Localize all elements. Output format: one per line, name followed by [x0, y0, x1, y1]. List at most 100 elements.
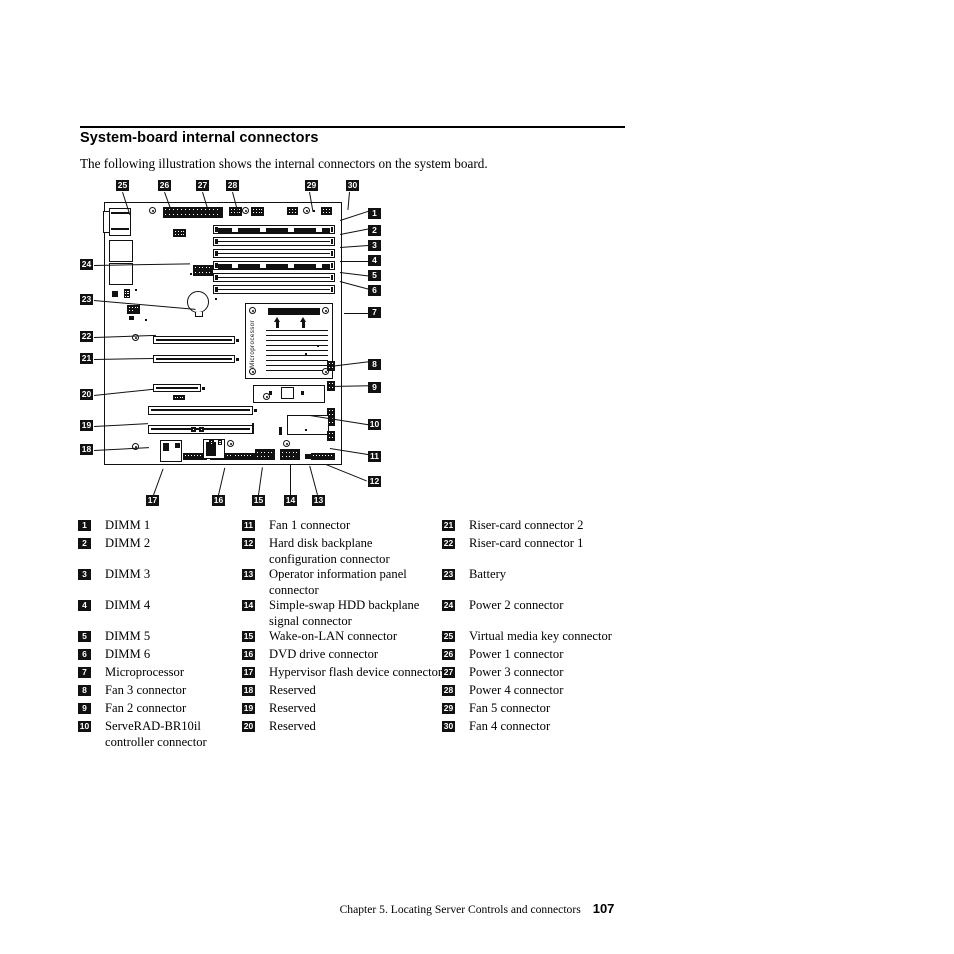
- legend-item: 25 Virtual media key connector: [442, 629, 642, 645]
- footer-chapter: Chapter 5. Locating Server Controls and …: [339, 903, 581, 916]
- board-marker-right-3: [305, 353, 307, 355]
- legend-num: 25: [442, 630, 455, 642]
- legend-label: Operator information panel connector: [269, 567, 407, 597]
- legend-label: Fan 5 connector: [469, 701, 551, 715]
- board-marker-right-2: [317, 345, 319, 347]
- legend-label: Reserved: [269, 719, 316, 733]
- legend-num: 10: [78, 720, 91, 732]
- legend-item: 14 Simple-swap HDD backplane signal conn…: [242, 598, 442, 629]
- screw-hole-top-right: [303, 207, 310, 214]
- legend-item: 20 Reserved: [242, 719, 442, 735]
- legend-label: Fan 4 connector: [469, 719, 551, 733]
- legend-item: 30 Fan 4 connector: [442, 719, 642, 735]
- virtual-media-key-connector: [173, 229, 186, 237]
- legend-item: 5 DIMM 5: [78, 629, 248, 645]
- leader-14: [290, 465, 291, 495]
- legend-label: Riser-card connector 1: [469, 536, 584, 550]
- heatsink-screw-bl: [249, 368, 256, 375]
- battery: [187, 291, 209, 317]
- legend-num: 3: [78, 568, 91, 580]
- legend-item: 22 Riser-card connector 1: [442, 536, 642, 552]
- fan-5-connector: [287, 207, 298, 215]
- jumper-pad-b: [199, 427, 204, 432]
- page-title: System-board internal connectors: [80, 130, 319, 146]
- rear-io-pin-header: [124, 289, 130, 298]
- heading-rule: [80, 126, 625, 128]
- legend-label: ServeRAD-BR10il controller connector: [105, 719, 207, 749]
- legend-num: 20: [242, 720, 255, 732]
- callout-27: 27: [196, 180, 209, 191]
- legend-item: 11 Fan 1 connector: [242, 518, 442, 534]
- legend-label: DIMM 1: [105, 518, 151, 532]
- leader-13: [309, 465, 318, 495]
- legend-item: 3 DIMM 3: [78, 567, 248, 583]
- callout-24: 24: [80, 259, 93, 270]
- legend-item: 4 DIMM 4: [78, 598, 248, 614]
- board-marker-right: [279, 427, 282, 435]
- dimm-slot-5: [213, 273, 335, 282]
- callout-29: 29: [305, 180, 318, 191]
- legend-label: Power 4 connector: [469, 683, 564, 697]
- legend-label: DIMM 5: [105, 629, 151, 643]
- reserved-19-marker: [254, 409, 257, 412]
- legend-item: 15 Wake-on-LAN connector: [242, 629, 442, 645]
- legend-num: 23: [442, 568, 455, 580]
- legend-item: 23 Battery: [442, 567, 642, 583]
- callout-21: 21: [80, 353, 93, 364]
- power-2-marker: [190, 273, 192, 275]
- legend-label: Microprocessor: [105, 665, 185, 679]
- reserved-slot-20: [153, 384, 201, 392]
- leader-17: [153, 468, 164, 496]
- heatsink-fins: [266, 330, 328, 372]
- hypervisor-flash-latch-2: [175, 443, 180, 448]
- dimm-slot-1: [213, 225, 335, 234]
- callout-14: 14: [284, 495, 297, 506]
- legend-item: 17 Hypervisor flash device connector: [242, 665, 452, 681]
- power-2-connector: [193, 265, 213, 276]
- legend-num: 7: [78, 666, 91, 678]
- legend-num: 12: [242, 537, 255, 549]
- callout-25: 25: [116, 180, 129, 191]
- legend-item: 24 Power 2 connector: [442, 598, 642, 614]
- callout-18: 18: [80, 444, 93, 455]
- legend-num: 13: [242, 568, 255, 580]
- reserved-20-header: [173, 395, 185, 400]
- legend-item: 29 Fan 5 connector: [442, 701, 642, 717]
- dimm-area-marker: [215, 298, 217, 300]
- leader-2: [340, 228, 370, 235]
- screw-hole-bottom-mid: [227, 440, 234, 447]
- legend-label: Power 3 connector: [469, 665, 564, 679]
- leader-4: [340, 261, 370, 262]
- legend-num: 5: [78, 630, 91, 642]
- legend-item: 28 Power 4 connector: [442, 683, 642, 699]
- legend-num: 27: [442, 666, 455, 678]
- fan-bracket-pad-b: [301, 391, 304, 395]
- legend-num: 29: [442, 702, 455, 714]
- heatsink-screw-tr: [322, 307, 329, 314]
- rear-io-video-shield: [111, 212, 129, 214]
- legend-label: Riser-card connector 2: [469, 518, 584, 532]
- screw-hole-bottom-right: [283, 440, 290, 447]
- callout-20: 20: [80, 389, 93, 400]
- legend-label: Fan 1 connector: [269, 518, 351, 532]
- legend-label: Fan 3 connector: [105, 683, 187, 697]
- legend-label: Virtual media key connector: [469, 629, 612, 643]
- callout-26: 26: [158, 180, 171, 191]
- serveraid-slot-marker: [305, 429, 307, 431]
- legend-label: DIMM 4: [105, 598, 151, 612]
- legend-num: 6: [78, 648, 91, 660]
- dimm-slot-6: [213, 285, 335, 294]
- callout-11: 11: [368, 451, 381, 462]
- reserved-20-marker: [202, 387, 205, 390]
- airflow-arrow-left-stem: [276, 322, 279, 328]
- leader-16: [218, 467, 226, 496]
- legend-item: 13 Operator information panel connector: [242, 567, 442, 598]
- legend-label: Battery: [469, 567, 507, 581]
- legend-num: 4: [78, 599, 91, 611]
- reserved-18-marker: [252, 423, 254, 434]
- leader-5: [339, 272, 370, 277]
- legend-item: 2 DIMM 2: [78, 536, 248, 552]
- legend-item: 8 Fan 3 connector: [78, 683, 248, 699]
- legend-label: Power 1 connector: [469, 647, 564, 661]
- legend-label: DIMM 6: [105, 647, 151, 661]
